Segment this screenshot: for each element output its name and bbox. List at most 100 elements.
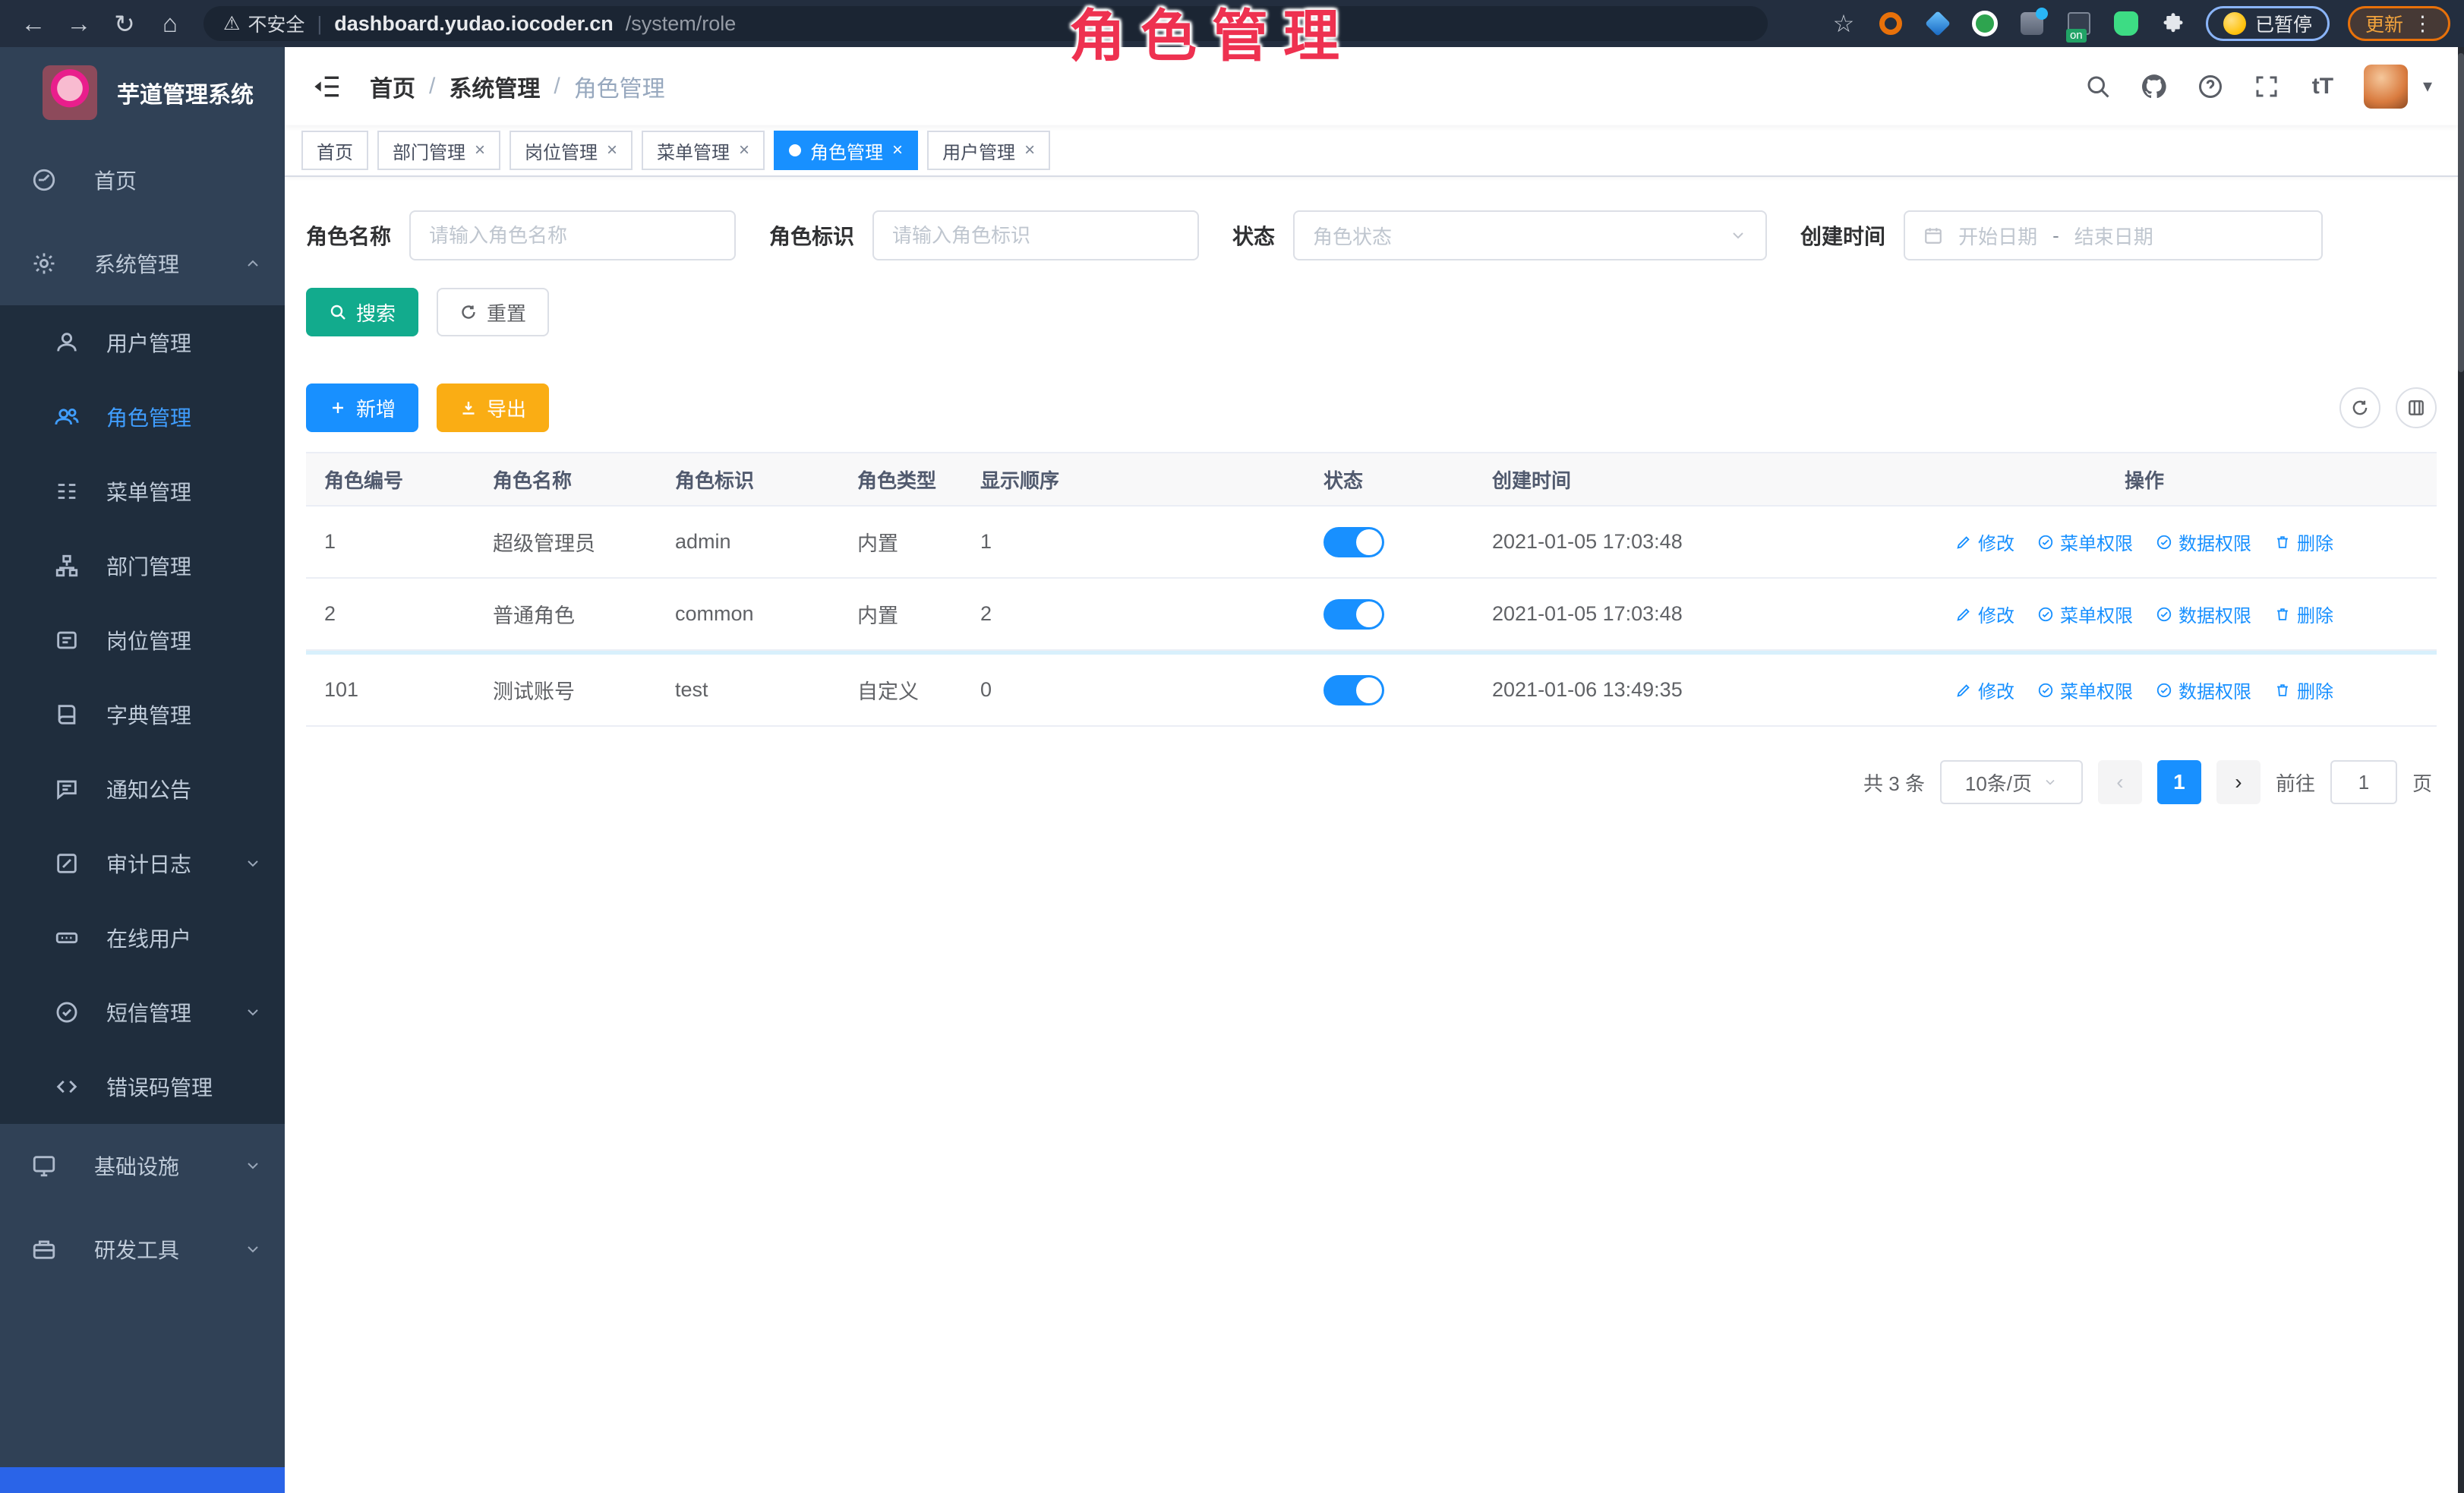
- role-name-input[interactable]: [429, 224, 716, 248]
- role-key-input[interactable]: [892, 224, 1179, 248]
- app-logo[interactable]: 芋道管理系统: [0, 47, 285, 138]
- edit-link[interactable]: 修改: [1955, 601, 2014, 627]
- browser-forward-button[interactable]: →: [59, 6, 99, 41]
- reset-button[interactable]: 重置: [437, 288, 549, 336]
- add-button[interactable]: 新增: [306, 384, 418, 432]
- next-page-button[interactable]: ›: [2216, 760, 2261, 804]
- prev-page-button[interactable]: ‹: [2098, 760, 2142, 804]
- sidebar-item-menus[interactable]: 菜单管理: [0, 454, 285, 529]
- close-icon[interactable]: ×: [1024, 140, 1035, 161]
- message-bubble-icon: [53, 775, 80, 803]
- close-icon[interactable]: ×: [607, 140, 617, 161]
- sidebar-item-infrastructure[interactable]: 基础设施: [0, 1124, 285, 1207]
- sidebar-item-system[interactable]: 系统管理: [0, 222, 285, 305]
- sidebar-item-roles[interactable]: 角色管理: [0, 380, 285, 454]
- page-number-button[interactable]: 1: [2157, 760, 2201, 804]
- data-permission-link[interactable]: 数据权限: [2156, 677, 2251, 703]
- org-tree-icon: [53, 552, 80, 579]
- sidebar-item-posts[interactable]: 岗位管理: [0, 603, 285, 677]
- delete-link[interactable]: 删除: [2274, 601, 2333, 627]
- browser-home-button[interactable]: ⌂: [150, 6, 190, 41]
- extension-grid-icon[interactable]: [2018, 9, 2046, 38]
- menu-permission-link[interactable]: 菜单权限: [2037, 529, 2133, 555]
- close-icon[interactable]: ×: [892, 140, 903, 161]
- breadcrumb-home[interactable]: 首页: [370, 70, 415, 103]
- extension-android-icon[interactable]: [2112, 9, 2141, 38]
- dashboard-icon: [30, 166, 58, 194]
- tab-posts[interactable]: 岗位管理 ×: [510, 131, 633, 170]
- sidebar-collapse-button[interactable]: [311, 70, 344, 103]
- screen: ← → ↻ ⌂ ⚠ 不安全 | dashboard.yudao.iocoder.…: [0, 0, 2464, 1493]
- extension-green-circle-icon[interactable]: [1970, 9, 1999, 38]
- extensions-puzzle-icon[interactable]: [2159, 9, 2188, 38]
- table-row: 1 超级管理员 admin 内置 1 2021-01-05 17:03:48 修…: [306, 507, 2437, 579]
- tab-roles[interactable]: 角色管理 ×: [774, 131, 918, 170]
- page-size-select[interactable]: 10条/页: [1940, 760, 2083, 804]
- extension-orange-ring-icon[interactable]: [1876, 9, 1905, 38]
- calendar-icon: [1923, 226, 1943, 245]
- help-icon[interactable]: [2195, 71, 2226, 102]
- refresh-icon[interactable]: [2339, 387, 2380, 428]
- tab-departments[interactable]: 部门管理 ×: [377, 131, 500, 170]
- github-icon[interactable]: [2139, 71, 2169, 102]
- tab-home[interactable]: 首页: [301, 131, 368, 170]
- status-select[interactable]: 角色状态: [1293, 210, 1767, 260]
- sidebar-item-users[interactable]: 用户管理: [0, 305, 285, 380]
- sidebar-item-departments[interactable]: 部门管理: [0, 529, 285, 603]
- search-button[interactable]: 搜索: [306, 288, 418, 336]
- extension-lines-icon[interactable]: on: [2065, 9, 2093, 38]
- delete-link[interactable]: 删除: [2274, 529, 2333, 555]
- sidebar-item-home[interactable]: 首页: [0, 138, 285, 222]
- status-toggle[interactable]: [1323, 599, 1384, 630]
- toolbox-icon: [30, 1236, 58, 1263]
- browser-back-button[interactable]: ←: [14, 6, 53, 41]
- browser-update-pill[interactable]: 更新 ⋮: [2348, 6, 2450, 41]
- browser-menu-icon[interactable]: ⋮: [2412, 12, 2433, 36]
- export-button[interactable]: 导出: [437, 384, 549, 432]
- sidebar-item-dict[interactable]: 字典管理: [0, 677, 285, 752]
- tab-users[interactable]: 用户管理 ×: [927, 131, 1050, 170]
- goto-page-input[interactable]: [2330, 760, 2397, 804]
- sidebar-item-online-users[interactable]: 在线用户: [0, 901, 285, 975]
- security-warning[interactable]: ⚠ 不安全: [223, 10, 304, 37]
- delete-link[interactable]: 删除: [2274, 677, 2333, 703]
- menu-permission-link[interactable]: 菜单权限: [2037, 677, 2133, 703]
- sidebar-item-notice[interactable]: 通知公告: [0, 752, 285, 826]
- sidebar-item-dev-tools[interactable]: 研发工具: [0, 1207, 285, 1291]
- scrollbar-thumb[interactable]: [2458, 53, 2464, 372]
- date-range-picker[interactable]: 开始日期 - 结束日期: [1904, 210, 2323, 260]
- goto-label: 前往: [2276, 769, 2315, 797]
- goto-suffix: 页: [2412, 769, 2432, 797]
- sidebar-item-sms[interactable]: 短信管理: [0, 975, 285, 1050]
- close-icon[interactable]: ×: [739, 140, 749, 161]
- log-edit-icon: [53, 850, 80, 877]
- table-row: 2 普通角色 common 内置 2 2021-01-05 17:03:48 修…: [306, 579, 2437, 651]
- avatar-caret-icon[interactable]: ▾: [2423, 75, 2432, 97]
- role-name-field[interactable]: [409, 210, 736, 260]
- breadcrumb-section[interactable]: 系统管理: [449, 70, 540, 103]
- edit-link[interactable]: 修改: [1955, 529, 2014, 555]
- extension-blue-diamond-icon[interactable]: [1923, 9, 1952, 38]
- profile-paused-pill[interactable]: 已暂停: [2206, 6, 2330, 41]
- fullscreen-icon[interactable]: [2251, 71, 2282, 102]
- sidebar-item-audit-log[interactable]: 审计日志: [0, 826, 285, 901]
- status-toggle[interactable]: [1323, 675, 1384, 705]
- close-icon[interactable]: ×: [475, 140, 485, 161]
- column-settings-icon[interactable]: [2396, 387, 2437, 428]
- role-key-field[interactable]: [872, 210, 1199, 260]
- tab-menus[interactable]: 菜单管理 ×: [642, 131, 765, 170]
- edit-link[interactable]: 修改: [1955, 677, 2014, 703]
- bookmark-star-icon[interactable]: ☆: [1829, 9, 1858, 38]
- status-toggle[interactable]: [1323, 527, 1384, 557]
- font-size-icon[interactable]: tT: [2308, 71, 2338, 102]
- data-permission-link[interactable]: 数据权限: [2156, 529, 2251, 555]
- address-bar[interactable]: ⚠ 不安全 | dashboard.yudao.iocoder.cn /syst…: [203, 6, 1768, 41]
- sidebar-item-error-codes[interactable]: 错误码管理: [0, 1050, 285, 1124]
- menu-permission-link[interactable]: 菜单权限: [2037, 601, 2133, 627]
- page-scrollbar[interactable]: [2458, 47, 2464, 1493]
- data-permission-link[interactable]: 数据权限: [2156, 601, 2251, 627]
- user-avatar[interactable]: [2364, 65, 2408, 109]
- browser-reload-button[interactable]: ↻: [105, 6, 144, 41]
- role-key-label: 角色标识: [769, 220, 854, 251]
- search-icon[interactable]: [2083, 71, 2113, 102]
